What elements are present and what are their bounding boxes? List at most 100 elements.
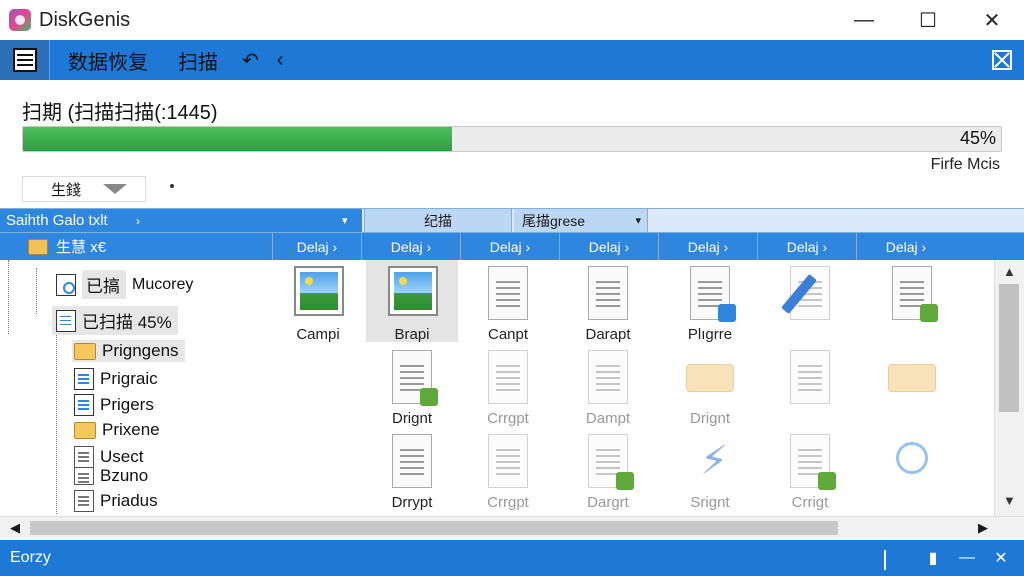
column-header[interactable]: Delaj › — [856, 233, 955, 260]
separator-dot — [170, 184, 174, 188]
maximize-button[interactable]: ☐ — [896, 0, 960, 40]
status-bar: Eorzy ▮ — ✕ — [0, 540, 1024, 576]
sort-dropdown[interactable]: 生錢 — [22, 176, 146, 202]
tree-connector — [36, 268, 37, 314]
file-item[interactable]: Drignt — [664, 344, 756, 427]
back-icon[interactable]: ‹ — [277, 49, 284, 72]
tree-item-folder[interactable]: Priadus — [74, 490, 158, 512]
scroll-left-icon[interactable]: ◀ — [10, 520, 20, 536]
upload-icon — [920, 304, 938, 322]
file-name: Drrypt — [391, 494, 433, 511]
tree-header[interactable]: 生慧 x€ — [0, 233, 270, 260]
file-item[interactable] — [866, 344, 958, 426]
file-name: Brapi — [394, 326, 430, 343]
file-item[interactable]: Drignt — [366, 344, 458, 427]
file-item[interactable]: Plıgrre — [664, 260, 756, 343]
file-item[interactable]: Campi — [272, 260, 364, 343]
tree-item-folder[interactable]: Prigngens — [72, 340, 185, 362]
file-name: Darapt — [585, 326, 631, 343]
close-icon[interactable]: ✕ — [986, 546, 1016, 570]
document-icon — [56, 309, 76, 332]
column-header[interactable]: Delaj › — [361, 233, 460, 260]
scan-tab[interactable]: 扫描 — [178, 46, 218, 75]
file-name: Drignt — [689, 410, 730, 427]
tree-item-label: Prigngens — [102, 341, 179, 360]
window-controls: — ☐ ✕ — [832, 0, 1024, 40]
tree-item-recovered[interactable]: 已搞 Mucorey — [56, 270, 193, 299]
sort-dropdown-label: 生錢 — [51, 181, 82, 199]
tree-item-label: 已扫描 45% — [82, 313, 172, 332]
file-item[interactable]: Canpt — [462, 260, 554, 343]
document-icon — [588, 266, 628, 320]
column-header[interactable]: Delaj › — [272, 233, 361, 260]
document-list-icon — [12, 48, 37, 72]
data-recovery-tab[interactable]: 数据恢复 — [68, 46, 148, 75]
scroll-up-icon[interactable]: ▲ — [1003, 264, 1016, 279]
file-item[interactable]: Drrypt — [366, 428, 458, 512]
scroll-thumb[interactable] — [999, 284, 1019, 412]
tree-item-label: Priadus — [100, 491, 158, 510]
path-field[interactable]: Saihth Galo txlt › ▾ — [0, 209, 362, 232]
document-icon — [74, 446, 94, 468]
file-item[interactable]: Dampt — [562, 344, 654, 427]
tree-header-label: 生慧 x€ — [56, 239, 107, 256]
divider — [884, 550, 886, 570]
tree-item-scanned[interactable]: 已扫描 45% — [52, 306, 178, 335]
tree-item-folder[interactable]: Prixene — [74, 420, 160, 440]
panel-icon[interactable]: ▮ — [918, 546, 948, 570]
tree-item-folder[interactable]: Prigraic — [74, 368, 158, 390]
upload-icon — [718, 304, 736, 322]
file-item[interactable]: Crrigt — [764, 428, 856, 512]
folder-icon — [74, 421, 96, 439]
column-header[interactable]: Delaj › — [460, 233, 559, 260]
status-text: Eorzy — [10, 549, 51, 566]
file-name: Plıgrre — [687, 326, 733, 343]
type-column-filter[interactable]: 尾描grese ▾ — [514, 209, 648, 232]
vertical-scrollbar[interactable]: ▲ ▼ — [994, 260, 1024, 516]
file-name: Drignt — [391, 410, 432, 427]
document-icon — [488, 350, 528, 404]
document-icon — [392, 434, 432, 488]
horizontal-scrollbar[interactable]: ◀ ▶ — [0, 516, 1024, 538]
folder-icon — [28, 238, 48, 255]
scan-column-filter[interactable]: 纪描 — [364, 209, 512, 232]
file-item[interactable]: Brapi — [366, 260, 458, 343]
column-header[interactable]: Delaj › — [757, 233, 856, 260]
file-item[interactable] — [764, 344, 856, 426]
tree-item-label: Prigraic — [100, 369, 158, 388]
document-icon — [488, 434, 528, 488]
file-name: Canpt — [487, 326, 529, 343]
file-item[interactable]: Dargrt — [562, 428, 654, 512]
home-button[interactable] — [0, 40, 50, 80]
tree-item-label: Bzuno — [100, 466, 149, 485]
type-filter-label: 尾描grese — [522, 212, 586, 229]
file-item[interactable]: Crrgpt — [462, 344, 554, 427]
tree-item-folder[interactable]: Usect — [74, 446, 143, 468]
column-header[interactable]: Delaj › — [559, 233, 658, 260]
minimize-icon[interactable]: — — [952, 546, 982, 570]
tree-item-folder[interactable]: Bzuno — [74, 466, 148, 486]
status-controls: ▮ — ✕ — [914, 546, 1016, 570]
scroll-down-icon[interactable]: ▼ — [1003, 493, 1016, 508]
file-item[interactable] — [866, 260, 958, 342]
file-name: Crrgpt — [487, 494, 529, 511]
close-button[interactable]: ✕ — [960, 0, 1024, 40]
file-item[interactable]: ⚡ Srignt — [664, 428, 756, 512]
file-name: Crrgpt — [487, 410, 529, 427]
file-item[interactable] — [866, 428, 958, 512]
file-item[interactable]: Crrgpt — [462, 428, 554, 512]
scroll-thumb[interactable] — [30, 521, 838, 535]
undo-icon[interactable]: ↶ — [242, 48, 259, 73]
scroll-right-icon[interactable]: ▶ — [978, 520, 988, 536]
file-item[interactable] — [764, 260, 856, 342]
document-icon — [588, 350, 628, 404]
progress-fill — [23, 127, 453, 151]
tree-item-folder[interactable]: Prigers — [74, 394, 154, 416]
column-header[interactable]: Delaj › — [658, 233, 757, 260]
chevron-down-icon[interactable]: ▾ — [342, 214, 348, 227]
close-panel-icon[interactable] — [992, 50, 1012, 70]
document-icon — [488, 266, 528, 320]
file-mode-label[interactable]: Firfe Mcis — [931, 156, 1000, 174]
minimize-button[interactable]: — — [832, 0, 896, 40]
file-item[interactable]: Darapt — [562, 260, 654, 343]
